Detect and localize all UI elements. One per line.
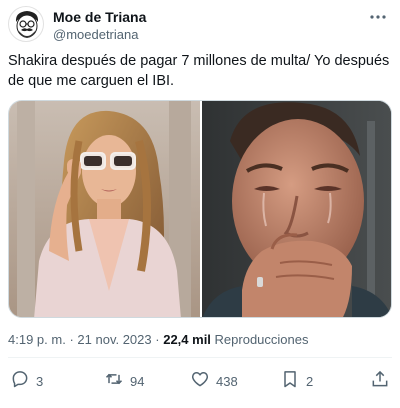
heart-icon [190,369,210,394]
tweet-card: Moe de Triana @moedetriana Shakira despu… [0,0,400,408]
tweet-header: Moe de Triana @moedetriana [8,6,392,42]
retweet-icon [104,369,124,394]
share-icon [370,369,390,394]
share-button[interactable] [370,370,390,392]
meta-separator-2: · [155,332,160,347]
meta-separator: · [69,332,74,347]
divider [8,357,392,358]
author-name[interactable]: Moe de Triana [53,9,146,25]
tweet-text: Shakira después de pagar 7 millones de m… [8,53,390,89]
action-bar: 3 94 438 2 [8,370,392,392]
retweet-button[interactable]: 94 [104,370,144,392]
reply-button[interactable]: 3 [10,370,43,392]
bookmark-button[interactable]: 2 [280,370,313,392]
photo-man-crying[interactable] [202,101,391,317]
avatar[interactable] [8,6,44,42]
photo-woman-sunglasses[interactable] [9,101,200,317]
bookmark-icon [280,369,300,394]
views-label: Reproducciones [214,332,309,347]
like-button[interactable]: 438 [190,370,238,392]
retweet-count: 94 [130,373,145,389]
bookmark-count: 2 [306,373,314,389]
reply-count: 3 [36,373,44,389]
tweet-meta: 4:19 p. m. · 21 nov. 2023 · 22,4 mil Rep… [8,332,309,347]
tweet-date[interactable]: 21 nov. 2023 [77,332,151,347]
photo-woman-illustration [9,101,200,317]
photo-man-illustration [202,101,391,317]
more-dots-icon[interactable] [368,10,388,24]
tweet-time[interactable]: 4:19 p. m. [8,332,66,347]
tweet-media[interactable] [8,100,392,318]
author-handle[interactable]: @moedetriana [53,27,138,42]
like-count: 438 [216,373,238,389]
reply-icon [10,369,30,394]
views-count: 22,4 mil [163,332,211,347]
